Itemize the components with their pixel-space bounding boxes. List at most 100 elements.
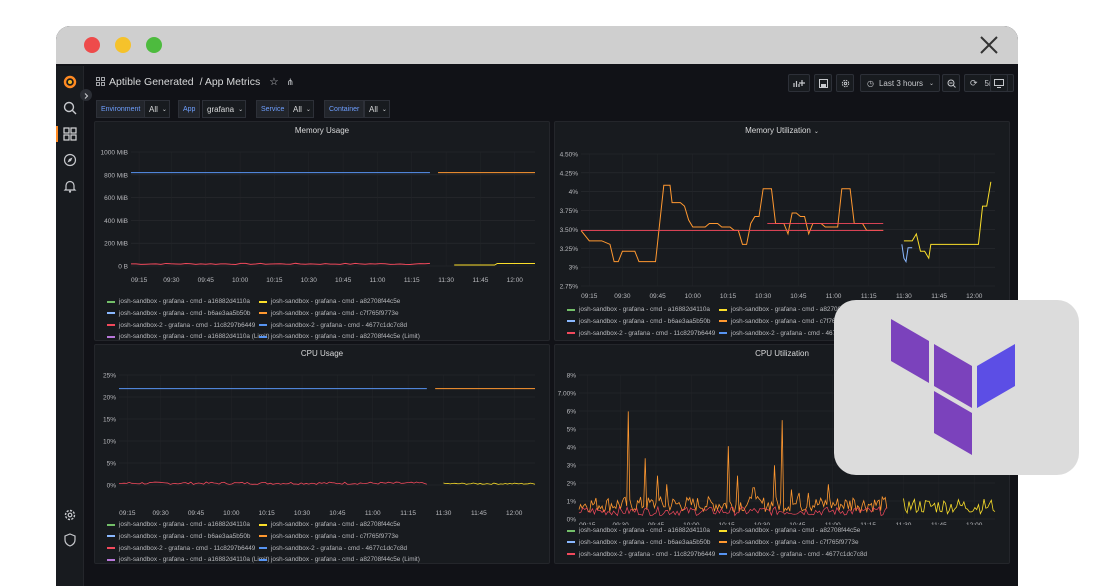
grafana-logo-icon[interactable] <box>62 74 78 90</box>
legend-item[interactable]: josh-sandbox-2 - grafana - cmd - 11c8297… <box>567 551 715 558</box>
time-range-label: Last 3 hours <box>878 78 924 88</box>
x-tick-label: 09:15 <box>131 277 148 284</box>
panel-title: Memory Usage <box>294 126 350 135</box>
legend-label: josh-sandbox - grafana - cmd - b6ae3aa5b… <box>119 309 251 317</box>
x-tick-label: 10:45 <box>329 510 346 515</box>
legend-item[interactable]: josh-sandbox - grafana - cmd - a16882d41… <box>567 527 710 534</box>
time-range-picker[interactable]: ◷ Last 3 hours ⌄ <box>860 74 940 92</box>
legend-item[interactable]: josh-sandbox - grafana - cmd - a16882d41… <box>107 298 250 305</box>
legend-item[interactable]: josh-sandbox-2 - grafana - cmd - 4677c1d… <box>719 551 867 558</box>
explore-icon[interactable] <box>62 152 78 168</box>
legend-item[interactable]: josh-sandbox - grafana - cmd - b6ae3aa5b… <box>107 310 250 317</box>
window-close-dot[interactable] <box>84 37 100 53</box>
y-tick-label: 7.00% <box>558 391 577 398</box>
gear-icon <box>841 79 849 87</box>
x-tick-label: 10:30 <box>294 510 311 515</box>
legend-label: josh-sandbox-2 - grafana - cmd - 11c8297… <box>579 329 716 337</box>
dashboards-grid-icon <box>96 77 105 86</box>
tv-mode-button[interactable] <box>990 74 1008 92</box>
monitor-icon <box>994 78 1004 88</box>
memory-utilization-chart[interactable]: 2.75% 3% 3.25% 3.50% 3.75% 4% 4.25% 4.50% 09:15 0… <box>555 142 1010 302</box>
zoom-out-button[interactable] <box>942 74 960 92</box>
legend-item[interactable]: josh-sandbox - grafana - cmd - a82708f44… <box>259 333 420 340</box>
y-tick-label: 200 MiB <box>104 241 128 248</box>
legend-label: josh-sandbox - grafana - cmd - a82708f44… <box>271 521 401 528</box>
legend-item[interactable]: josh-sandbox-2 - grafana - cmd - 11c8297… <box>107 545 255 552</box>
search-icon[interactable] <box>62 100 78 116</box>
legend-swatch <box>259 300 267 303</box>
window-titlebar <box>56 26 1018 64</box>
close-icon[interactable] <box>978 34 1000 56</box>
panel-memory-usage[interactable]: Memory Usage 0 B 200 MiB 400 MiB 600 MiB 800… <box>94 121 550 341</box>
y-tick-label: 20% <box>103 395 116 402</box>
x-tick-label: 11:30 <box>896 522 912 525</box>
legend-item[interactable]: josh-sandbox-2 - grafana - cmd - 11c8297… <box>567 330 715 337</box>
legend-label: josh-sandbox - grafana - cmd - a16882d41… <box>119 521 250 528</box>
variable-select-service[interactable]: All ⌄ <box>288 100 314 118</box>
chevron-down-icon[interactable]: ⌄ <box>814 129 819 135</box>
variable-select-environment[interactable]: All ⌄ <box>144 100 170 118</box>
legend-item[interactable]: josh-sandbox - grafana - cmd - a82708f44… <box>259 298 400 305</box>
series-line <box>578 505 888 517</box>
y-tick-label: 10% <box>103 439 116 446</box>
legend-label: josh-sandbox - grafana - cmd - b6ae3aa5b… <box>579 317 711 325</box>
legend-item[interactable]: josh-sandbox - grafana - cmd - a16882d41… <box>107 521 250 528</box>
legend-label: josh-sandbox - grafana - cmd - a82708f44… <box>271 298 401 305</box>
settings-button[interactable] <box>836 74 854 92</box>
legend-item[interactable]: josh-sandbox - grafana - cmd - c7f765f97… <box>259 310 399 317</box>
legend-swatch <box>567 332 575 335</box>
dashboard-title: / App Metrics <box>199 76 261 88</box>
y-tick-label: 25% <box>103 373 116 380</box>
cpu-usage-chart[interactable]: 0% 5% 10% 15% 20% 25% 09:15 09:30 09:45 10:00 10:1… <box>95 365 550 515</box>
gear-icon[interactable] <box>62 507 78 523</box>
series-line <box>903 181 992 260</box>
legend-item[interactable]: josh-sandbox-2 - grafana - cmd - 4677c1d… <box>259 322 407 329</box>
x-tick-label: 12:00 <box>506 510 523 515</box>
variable-label-app: App <box>178 100 201 118</box>
add-panel-button[interactable] <box>788 74 810 92</box>
window-maximize-dot[interactable] <box>146 37 162 53</box>
legend-item[interactable]: josh-sandbox - grafana - cmd - a82708f44… <box>719 527 860 534</box>
x-tick-label: 10:15 <box>266 277 283 284</box>
x-tick-label: 11:15 <box>404 277 420 284</box>
x-tick-label: 09:30 <box>163 277 180 284</box>
x-tick-label: 11:00 <box>826 293 842 300</box>
panel-title-text: Memory Utilization <box>745 126 811 135</box>
x-tick-label: 11:00 <box>365 510 381 515</box>
variable-select-app[interactable]: grafana ⌄ <box>202 100 246 118</box>
legend-swatch <box>719 308 727 311</box>
variable-select-container[interactable]: All ⌄ <box>364 100 390 118</box>
alerting-bell-icon[interactable] <box>62 178 78 194</box>
legend-item[interactable]: josh-sandbox-2 - grafana - cmd - 4677c1d… <box>259 545 407 552</box>
share-icon[interactable]: ⋔ <box>287 77 295 87</box>
legend-item[interactable]: josh-sandbox - grafana - cmd - a16882d41… <box>107 333 270 340</box>
panel-cpu-usage[interactable]: CPU Usage 0% 5% 10% 15% 20% 25% 09:15 09:30 09:4… <box>94 344 550 564</box>
y-tick-label: 0% <box>107 483 117 490</box>
y-tick-label: 400 MiB <box>104 218 128 225</box>
x-tick-label: 09:45 <box>648 522 665 525</box>
save-button[interactable] <box>814 74 832 92</box>
legend-item[interactable]: josh-sandbox - grafana - cmd - b6ae3aa5b… <box>107 533 250 540</box>
legend-item[interactable]: josh-sandbox - grafana - cmd - c7f765f97… <box>719 539 859 546</box>
legend-item[interactable]: josh-sandbox - grafana - cmd - b6ae3aa5b… <box>567 318 710 325</box>
star-icon[interactable]: ☆ <box>269 76 278 88</box>
legend-swatch <box>719 320 727 323</box>
x-tick-label: 11:15 <box>861 293 877 300</box>
legend-item[interactable]: josh-sandbox - grafana - cmd - a16882d41… <box>567 306 710 313</box>
shield-icon[interactable] <box>62 532 78 548</box>
memory-usage-chart[interactable]: 0 B 200 MiB 400 MiB 600 MiB 800 MiB 1000 MiB 0… <box>95 142 550 292</box>
window-minimize-dot[interactable] <box>115 37 131 53</box>
legend-item[interactable]: josh-sandbox-2 - grafana - cmd - 11c8297… <box>107 322 255 329</box>
x-tick-label: 09:45 <box>188 510 205 515</box>
folder-link[interactable]: Aptible Generated <box>109 76 194 88</box>
chevron-down-icon: ⌄ <box>161 106 167 113</box>
breadcrumb: Aptible Generated / App Metrics ☆ ⋔ <box>96 76 294 88</box>
legend-label: josh-sandbox - grafana - cmd - a82708f44… <box>271 333 420 341</box>
terraform-logo-icon <box>891 319 1015 455</box>
legend-item[interactable]: josh-sandbox - grafana - cmd - a82708f44… <box>259 521 400 528</box>
legend-item[interactable]: josh-sandbox - grafana - cmd - c7f765f97… <box>259 533 399 540</box>
variable-value: All <box>293 104 302 114</box>
legend-label: josh-sandbox-2 - grafana - cmd - 4677c1d… <box>271 321 408 329</box>
dashboards-icon[interactable] <box>62 126 78 142</box>
legend-item[interactable]: josh-sandbox - grafana - cmd - b6ae3aa5b… <box>567 539 710 546</box>
